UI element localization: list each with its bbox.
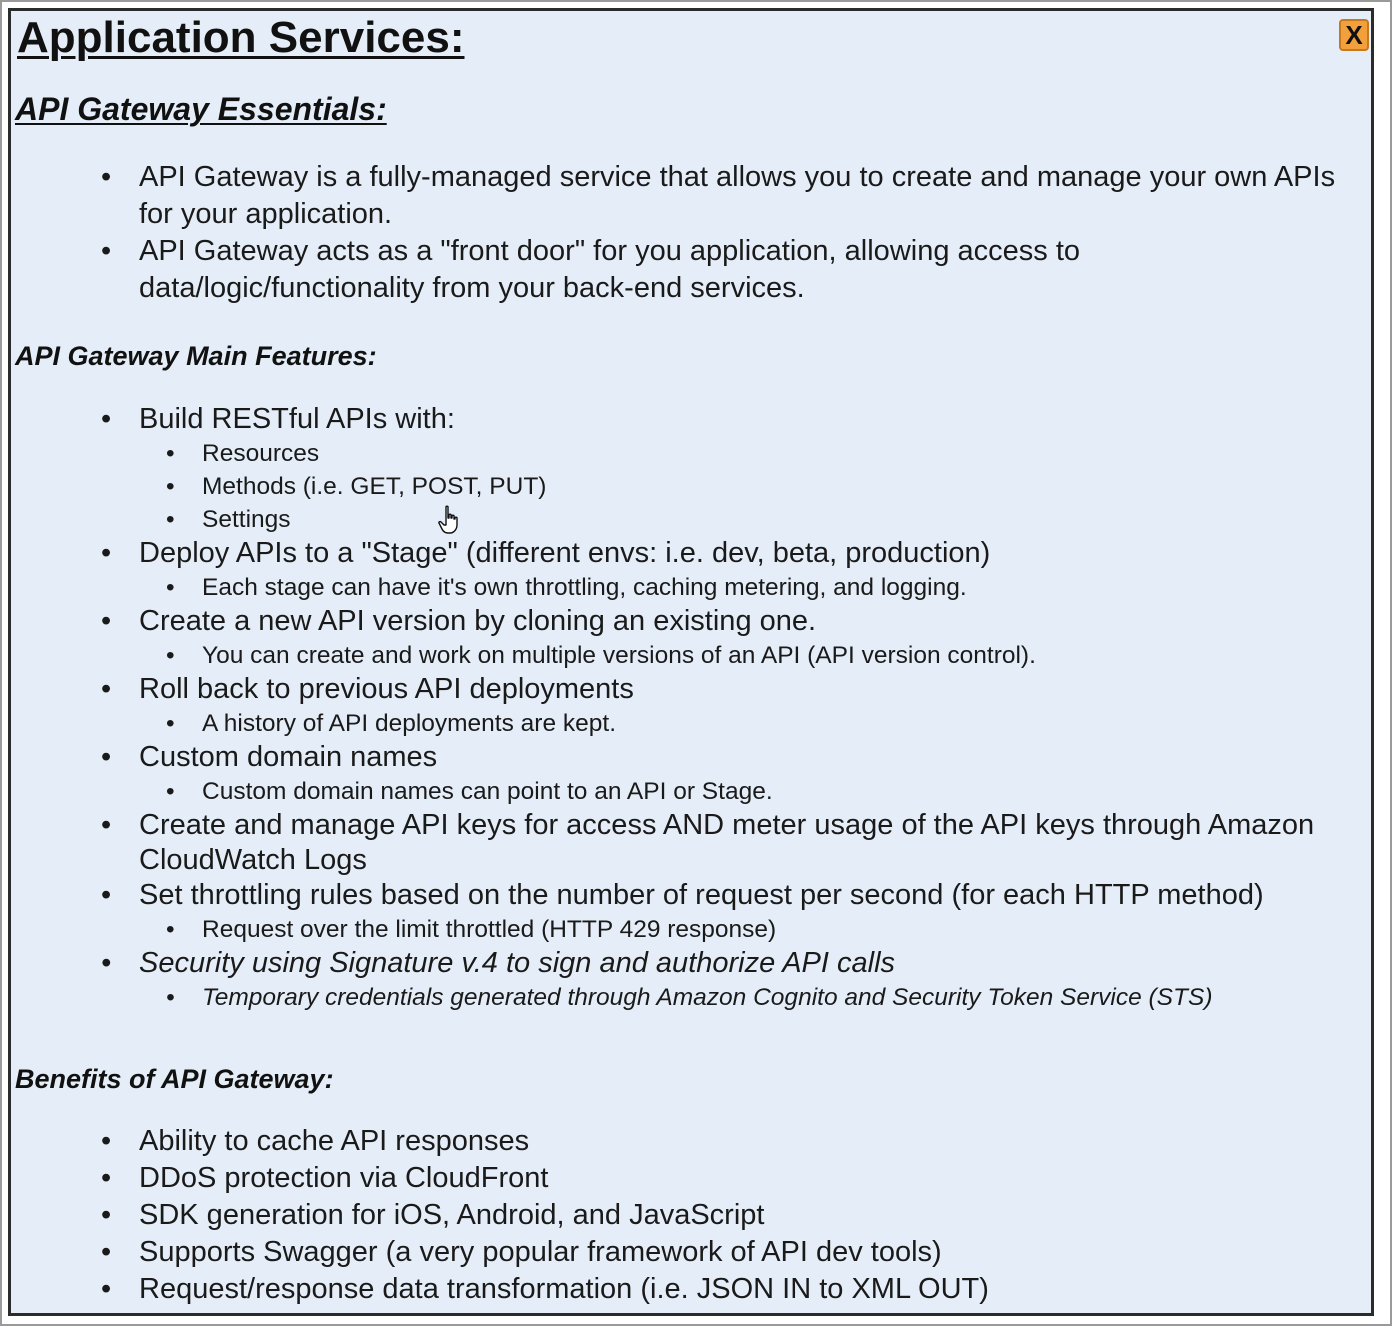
sub-list-item: You can create and work on multiple vers… [11, 639, 1361, 672]
essentials-heading: API Gateway Essentials: [15, 91, 387, 127]
benefits-list: Ability to cache API responses DDoS prot… [11, 1123, 1361, 1308]
essentials-list: API Gateway is a fully-managed service t… [11, 159, 1361, 307]
list-item: Deploy APIs to a "Stage" (different envs… [11, 536, 1361, 571]
list-item: Create and manage API keys for access AN… [11, 808, 1361, 878]
list-item: Roll back to previous API deployments [11, 672, 1361, 707]
list-item: Supports Swagger (a very popular framewo… [11, 1234, 1361, 1271]
list-item: Create a new API version by cloning an e… [11, 604, 1361, 639]
list-item: Request/response data transformation (i.… [11, 1271, 1361, 1308]
sub-list-item: Temporary credentials generated through … [11, 981, 1361, 1014]
features-heading: API Gateway Main Features: [15, 341, 377, 371]
list-item: SDK generation for iOS, Android, and Jav… [11, 1197, 1361, 1234]
list-item: Build RESTful APIs with: [11, 402, 1361, 437]
application-services-panel: Application Services: X API Gateway Esse… [8, 8, 1374, 1316]
sub-list-item: Each stage can have it's own throttling,… [11, 571, 1361, 604]
sub-list-item: Request over the limit throttled (HTTP 4… [11, 913, 1361, 946]
sub-list-item: Settings [11, 503, 1361, 536]
sub-list-item: Resources [11, 437, 1361, 470]
list-item: API Gateway acts as a "front door" for y… [11, 233, 1361, 307]
list-item: DDoS protection via CloudFront [11, 1160, 1361, 1197]
list-item: Security using Signature v.4 to sign and… [11, 946, 1361, 981]
sub-list-item: Custom domain names can point to an API … [11, 775, 1361, 808]
list-item: Ability to cache API responses [11, 1123, 1361, 1160]
list-item: Set throttling rules based on the number… [11, 878, 1361, 913]
benefits-heading: Benefits of API Gateway: [15, 1064, 334, 1094]
sub-list-item: Methods (i.e. GET, POST, PUT) [11, 470, 1361, 503]
page-title: Application Services: [17, 13, 465, 62]
hand-pointer-icon [438, 505, 458, 534]
sub-list-item: A history of API deployments are kept. [11, 707, 1361, 740]
features-list: Build RESTful APIs with: Resources Metho… [11, 402, 1361, 1014]
list-item: API Gateway is a fully-managed service t… [11, 159, 1361, 233]
close-button[interactable]: X [1339, 19, 1369, 51]
list-item: Custom domain names [11, 740, 1361, 775]
